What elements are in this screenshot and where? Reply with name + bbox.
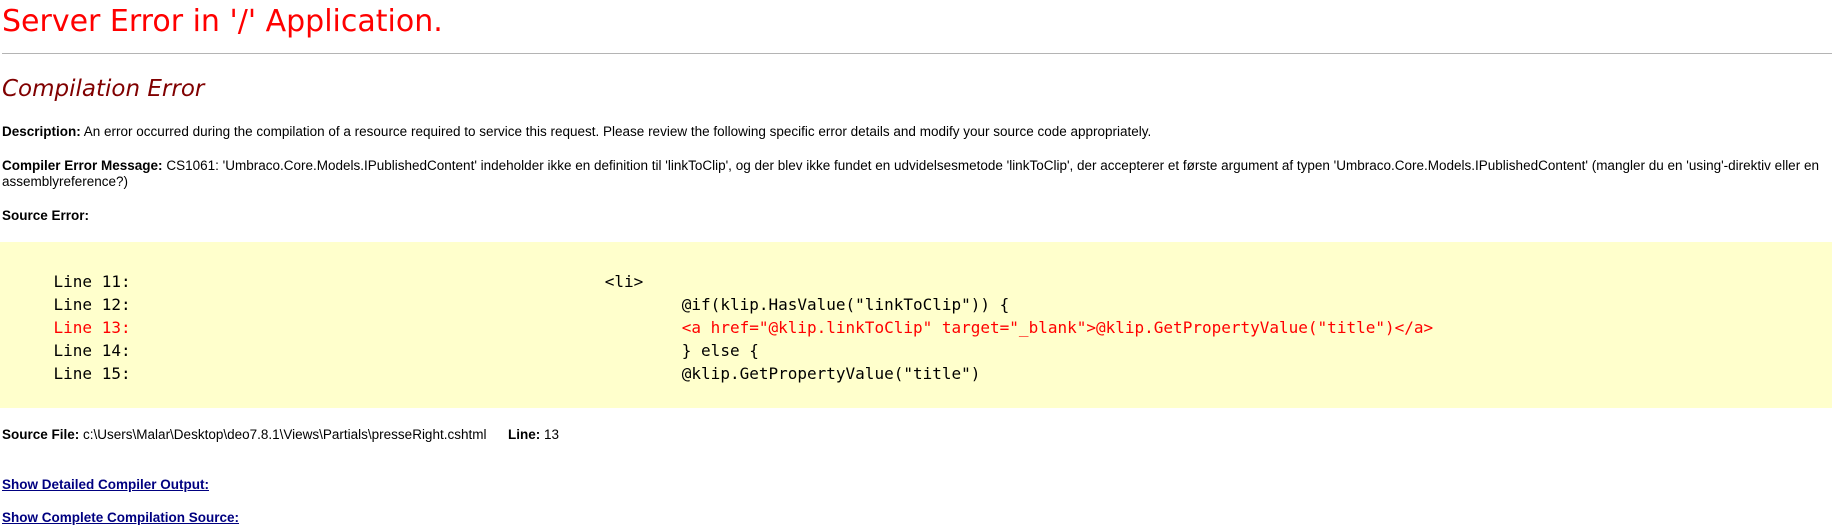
source-code-block: Line 11: <li> Line 12: @if(klip.HasValue… — [0, 242, 1832, 408]
description-label: Description: — [2, 124, 81, 139]
source-file-label: Source File: — [2, 427, 80, 442]
source-line-value: 13 — [544, 427, 560, 442]
code-line-number: Line 15: — [53, 364, 131, 383]
source-error-row: Source Error: — [2, 208, 89, 224]
compiler-error-text: CS1061: 'Umbraco.Core.Models.IPublishedC… — [2, 158, 1819, 189]
code-line: Line 12: @if(klip.HasValue("linkToClip")… — [15, 270, 1010, 314]
source-error-label: Source Error: — [2, 208, 90, 223]
compiler-error-label: Compiler Error Message: — [2, 158, 163, 173]
source-file-path: c:\Users\Malar\Desktop\deo7.8.1\Views\Pa… — [83, 427, 487, 442]
code-line: Line 11: <li> — [15, 247, 644, 291]
source-line-label: Line: — [508, 427, 541, 442]
code-line-highlighted: Line 13: <a href="@klip.linkToClip" targ… — [15, 293, 1434, 337]
show-complete-compilation-source-link[interactable]: Show Complete Compilation Source: — [2, 510, 239, 526]
description-row: Description: An error occurred during th… — [2, 124, 1151, 140]
title-divider — [2, 53, 1832, 54]
page-title: Server Error in '/' Application. — [2, 4, 443, 39]
description-text: An error occurred during the compilation… — [83, 124, 1152, 139]
code-line: Line 15: @klip.GetPropertyValue("title") — [15, 339, 981, 383]
compiler-error-row: Compiler Error Message: CS1061: 'Umbraco… — [2, 158, 1832, 190]
show-detailed-compiler-output-link[interactable]: Show Detailed Compiler Output: — [2, 477, 209, 493]
code-line: Line 14: } else { — [15, 316, 759, 360]
error-type-heading: Compilation Error — [2, 76, 205, 102]
code-line-text: @klip.GetPropertyValue("title") — [373, 364, 981, 383]
source-file-row: Source File: c:\Users\Malar\Desktop\deo7… — [2, 427, 559, 443]
